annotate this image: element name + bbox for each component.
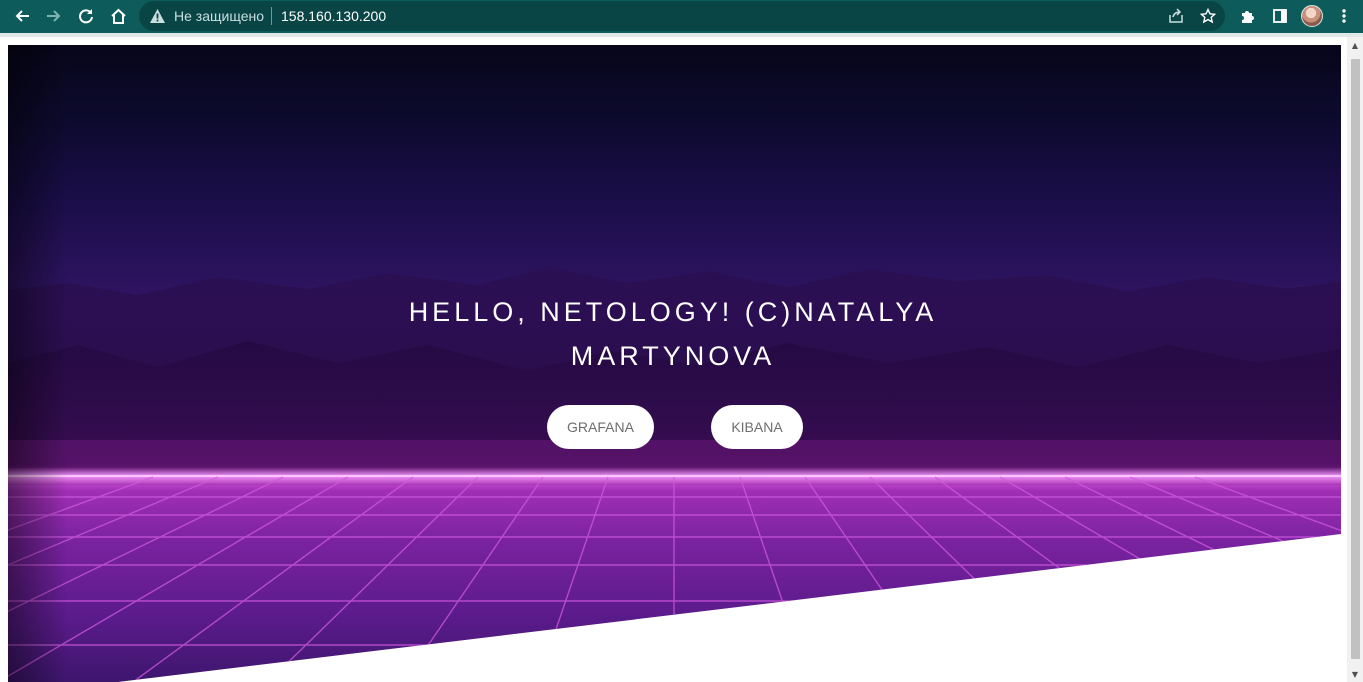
security-status[interactable]: Не защищено (174, 8, 264, 24)
reload-icon[interactable] (73, 4, 99, 28)
extensions-icon[interactable] (1235, 4, 1261, 28)
scrollbar-thumb[interactable] (1351, 59, 1360, 659)
scroll-down-icon[interactable]: ▼ (1350, 670, 1360, 680)
menu-icon[interactable] (1331, 4, 1357, 28)
home-icon[interactable] (105, 4, 131, 28)
hero-section: HELLO, NETOLOGY! (C)NATALYA MARTYNOVA GR… (8, 45, 1341, 682)
url-text[interactable]: 158.160.130.200 (281, 8, 386, 24)
grafana-button[interactable]: GRAFANA (547, 405, 654, 449)
profile-avatar[interactable] (1301, 5, 1323, 27)
star-icon[interactable] (1195, 4, 1221, 28)
browser-toolbar: Не защищено 158.160.130.200 (0, 0, 1363, 33)
kibana-button[interactable]: KIBANA (711, 405, 803, 449)
warning-icon[interactable] (149, 8, 166, 24)
omnibox-separator (271, 7, 272, 25)
forward-icon[interactable] (41, 4, 67, 28)
page-viewport: HELLO, NETOLOGY! (C)NATALYA MARTYNOVA GR… (0, 37, 1363, 682)
scroll-up-icon[interactable]: ▲ (1350, 41, 1360, 51)
side-panel-icon[interactable] (1267, 4, 1293, 28)
share-icon[interactable] (1163, 4, 1189, 28)
back-icon[interactable] (9, 4, 35, 28)
hero-title: HELLO, NETOLOGY! (C)NATALYA MARTYNOVA (408, 297, 938, 371)
